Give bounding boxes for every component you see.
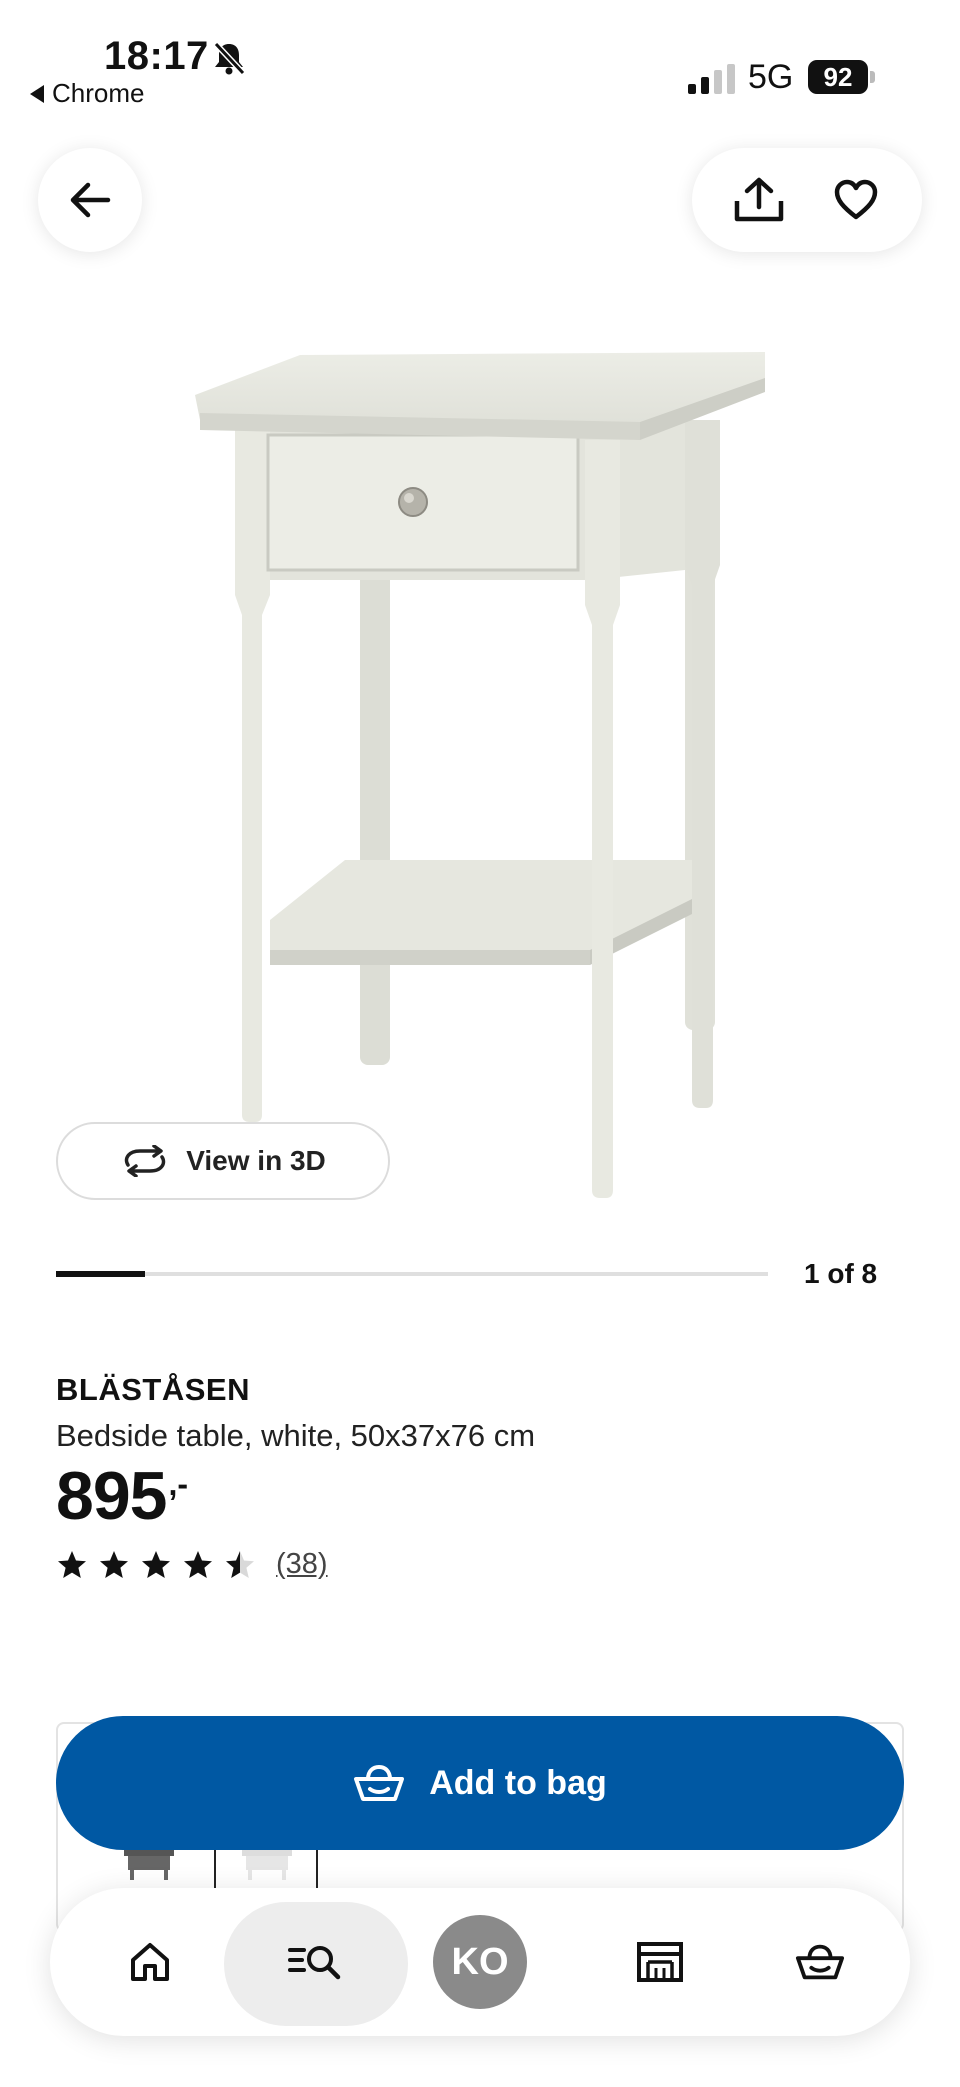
share-button[interactable] — [729, 170, 789, 230]
share-icon — [734, 177, 783, 222]
product-description: Bedside table, white, 50x37x76 cm — [56, 1418, 536, 1453]
view-in-3d-label: View in 3D — [186, 1145, 326, 1176]
star-icon — [100, 1550, 128, 1578]
back-to-app[interactable]: Chrome — [30, 78, 144, 109]
nav-profile[interactable]: KO — [430, 1888, 530, 2036]
back-app-label: Chrome — [52, 78, 145, 108]
shopping-bag-icon — [795, 1944, 845, 1980]
star-icon — [58, 1550, 86, 1578]
review-count-link[interactable]: (38) — [276, 1548, 328, 1581]
image-progress-track — [56, 1271, 768, 1277]
view-in-3d-button[interactable]: View in 3D — [56, 1122, 390, 1200]
star-icon — [142, 1550, 170, 1578]
rotate-icon — [124, 1145, 166, 1177]
home-icon — [131, 1943, 169, 1981]
nav-home[interactable] — [100, 1888, 200, 2036]
rating-stars — [56, 1549, 256, 1581]
bottom-nav: KO — [50, 1888, 910, 2036]
top-actions — [692, 148, 922, 252]
price-amount: 895 — [56, 1458, 167, 1534]
image-progress-fill — [56, 1271, 145, 1277]
add-to-bag-button[interactable]: Add to bag — [56, 1716, 904, 1850]
battery-level: 92 — [808, 60, 868, 94]
avatar: KO — [433, 1915, 527, 2009]
nav-stores[interactable] — [610, 1888, 710, 2036]
price-suffix: ,- — [168, 1466, 189, 1502]
bell-slash-icon — [213, 41, 246, 76]
back-triangle-icon — [30, 84, 44, 103]
heart-icon — [834, 179, 877, 220]
store-icon — [637, 1942, 683, 1982]
search-list-icon — [288, 1946, 341, 1980]
arrow-left-icon — [70, 182, 111, 218]
add-to-bag-label: Add to bag — [429, 1763, 607, 1802]
star-icon — [226, 1550, 254, 1578]
product-image[interactable] — [180, 340, 780, 1200]
nav-search[interactable] — [224, 1888, 408, 2036]
back-button[interactable] — [38, 148, 142, 252]
signal-icon — [688, 64, 735, 94]
status-time: 18:17 — [104, 34, 209, 78]
network-type: 5G — [748, 58, 794, 96]
nav-bag[interactable] — [770, 1888, 870, 2036]
product-price: 895 ,- — [56, 1458, 188, 1534]
product-rating[interactable]: (38) — [56, 1548, 328, 1581]
shopping-bag-icon — [354, 1764, 405, 1801]
star-icon — [184, 1550, 212, 1578]
image-counter: 1 of 8 — [804, 1258, 878, 1289]
battery-icon: 92 — [808, 60, 876, 94]
product-name: BLÄSTÅSEN — [56, 1372, 250, 1407]
favorite-button[interactable] — [826, 170, 886, 230]
